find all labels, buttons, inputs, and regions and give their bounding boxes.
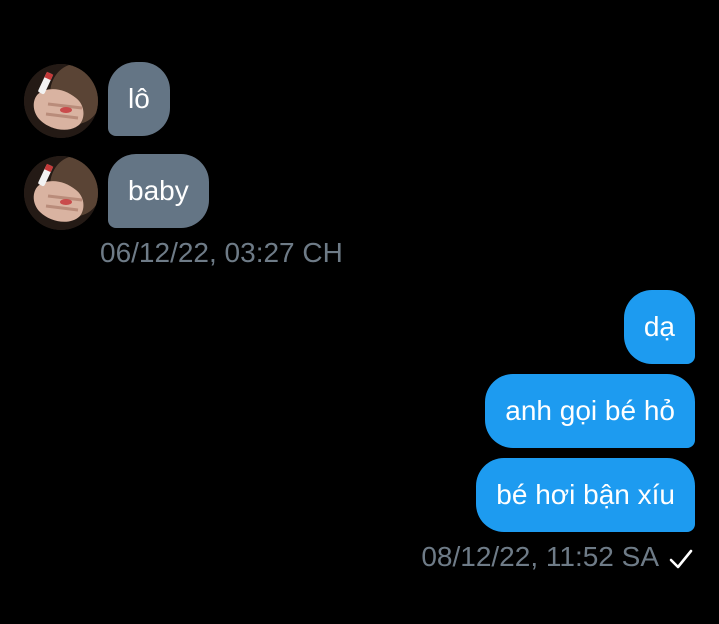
sent-message-bubble[interactable]: anh gọi bé hỏ xyxy=(485,374,695,448)
profile-photo-icon xyxy=(24,64,98,138)
message-text: anh gọi bé hỏ xyxy=(505,395,675,426)
sent-message-bubble[interactable]: bé hơi bận xíu xyxy=(476,458,695,532)
received-message-bubble[interactable]: baby xyxy=(108,154,209,228)
message-text: dạ xyxy=(643,311,675,342)
sent-timestamp: 08/12/22, 11:52 SA xyxy=(421,541,659,572)
message-text: baby xyxy=(128,175,189,206)
received-message-bubble[interactable]: lô xyxy=(108,62,170,136)
message-text: bé hơi bận xíu xyxy=(496,479,675,510)
received-timestamp: 06/12/22, 03:27 CH xyxy=(100,237,343,268)
message-text: lô xyxy=(128,83,150,114)
sent-message-bubble[interactable]: dạ xyxy=(623,290,695,364)
sender-avatar[interactable] xyxy=(24,156,98,230)
profile-photo-icon xyxy=(24,156,98,230)
checkmark-icon xyxy=(669,549,693,569)
message-thread: lô baby 06/12/22, 03:27 CH dạ anh gọi bé… xyxy=(0,0,719,624)
sender-avatar[interactable] xyxy=(24,64,98,138)
